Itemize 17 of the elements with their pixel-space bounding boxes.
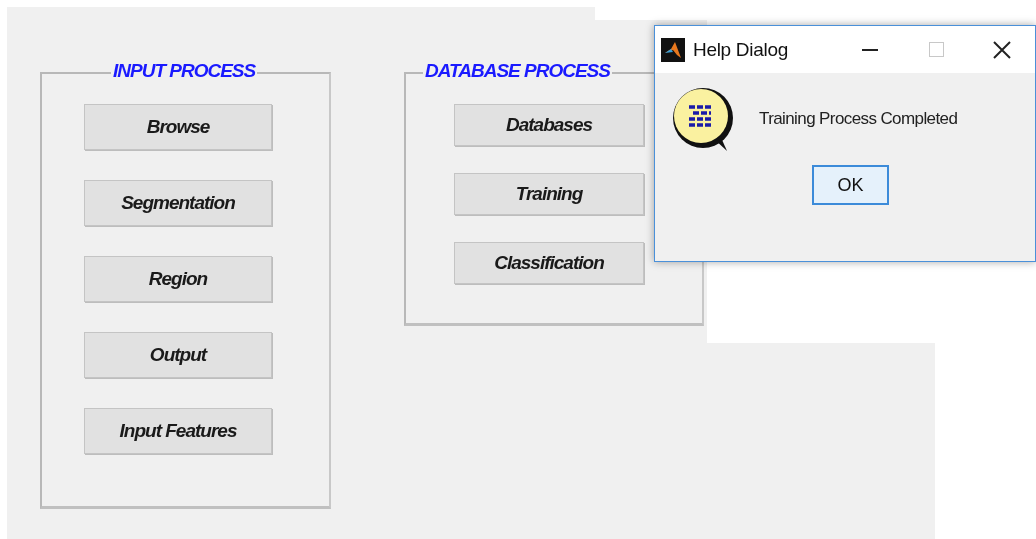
panel-title: INPUT PROCESS — [112, 60, 257, 82]
action-button[interactable]: Output — [84, 332, 272, 378]
action-button[interactable]: Classification — [454, 242, 644, 284]
action-button[interactable]: Region — [84, 256, 272, 302]
app-logo-icon — [661, 37, 685, 62]
close-icon[interactable] — [993, 40, 1011, 59]
panel-title: DATABASE PROCESS — [424, 60, 612, 82]
dialog-title: Help Dialog — [693, 38, 789, 61]
ok-button[interactable]: OK — [812, 165, 889, 205]
action-button[interactable]: Training — [454, 173, 644, 215]
minimize-icon[interactable] — [862, 48, 878, 51]
dialog-message: Training Process Completed — [759, 109, 958, 129]
action-button[interactable]: Segmentation — [84, 180, 272, 226]
action-button[interactable]: Browse — [84, 104, 272, 150]
action-button[interactable]: Databases — [454, 104, 644, 146]
action-button[interactable]: Input Features — [84, 408, 272, 454]
maximize-icon — [928, 42, 944, 57]
